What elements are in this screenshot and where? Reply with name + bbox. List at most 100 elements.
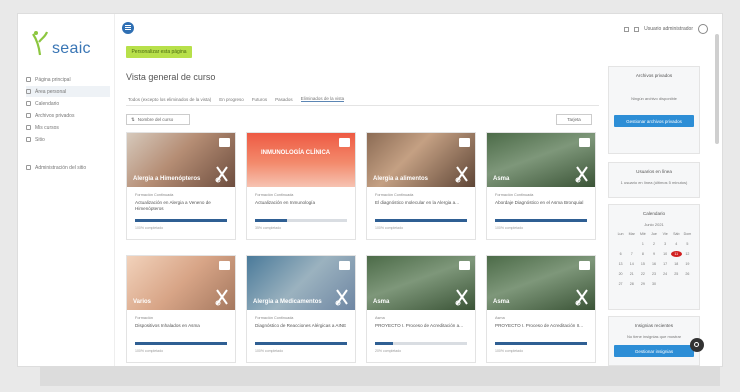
calendar-weekday: Mar bbox=[628, 232, 635, 236]
course-card[interactable]: Varios Formación Dispositivos Inhalados … bbox=[126, 255, 236, 363]
course-card[interactable]: Alergia a alimentos Formación Continuada… bbox=[366, 132, 476, 240]
messages-icon[interactable] bbox=[634, 26, 640, 32]
filter-in-progress[interactable]: En progreso bbox=[219, 97, 244, 102]
sidebar-item-label: Área personal bbox=[35, 88, 67, 95]
top-right-controls: Usuario administrador bbox=[624, 24, 708, 34]
menu-toggle-icon[interactable] bbox=[122, 22, 134, 34]
course-menu-icon[interactable] bbox=[579, 261, 590, 270]
course-name[interactable]: Abordaje Diagnóstico en el Asma Bronquia… bbox=[495, 200, 587, 206]
calendar-day[interactable]: 28 bbox=[626, 281, 637, 287]
calendar-weekday: Lun bbox=[617, 232, 624, 236]
user-name[interactable]: Usuario administrador bbox=[644, 26, 693, 32]
sort-dropdown[interactable]: ⇅ Nombre del curso bbox=[126, 114, 190, 125]
course-name[interactable]: Actualización en Inmunología bbox=[255, 200, 347, 206]
course-card[interactable]: INMUNOLOGÍA CLÍNICA Formación Continuada… bbox=[246, 132, 356, 240]
calendar-day[interactable]: 2 bbox=[648, 241, 659, 247]
course-card[interactable]: Asma Formación Continuada Abordaje Diagn… bbox=[486, 132, 596, 240]
progress-text: 100% completado bbox=[135, 226, 164, 230]
sidebar-item-home[interactable]: Página principal bbox=[26, 74, 110, 85]
view-dropdown[interactable]: Tarjeta bbox=[556, 114, 592, 125]
calendar-day[interactable]: 18 bbox=[671, 261, 682, 267]
calendar-day[interactable]: 24 bbox=[660, 271, 671, 277]
course-category: Formación Continuada bbox=[495, 193, 534, 197]
course-card[interactable]: Asma Asma PROYECTO I. Proceso de Acredit… bbox=[366, 255, 476, 363]
sidebar-item-label: Sitio bbox=[35, 136, 45, 143]
calendar-day[interactable]: 9 bbox=[648, 251, 659, 257]
sidebar-item-my-courses[interactable]: Mis cursos bbox=[26, 122, 110, 133]
sidebar-item-private-files[interactable]: Archivos privados bbox=[26, 110, 110, 121]
course-menu-icon[interactable] bbox=[459, 261, 470, 270]
calendar-day[interactable]: 13 bbox=[615, 261, 626, 267]
calendar-weekday: Jue bbox=[651, 232, 657, 236]
course-name[interactable]: Dispositivos Inhalados en Asma bbox=[135, 323, 227, 329]
page-title: Vista general de curso bbox=[126, 72, 216, 82]
course-name[interactable]: El diagnóstico molecular en la Alergia a… bbox=[375, 200, 467, 206]
calendar-day[interactable]: 30 bbox=[648, 281, 659, 287]
calendar-day[interactable]: 20 bbox=[615, 271, 626, 277]
calendar-day[interactable]: 6 bbox=[615, 251, 626, 257]
calendar-day[interactable]: 14 bbox=[626, 261, 637, 267]
calendar-day[interactable]: 29 bbox=[637, 281, 648, 287]
calendar-month: Junio 2021 bbox=[644, 222, 664, 227]
calendar-day[interactable]: 21 bbox=[626, 271, 637, 277]
sidebar-item-site-admin[interactable]: Administración del sitio bbox=[26, 162, 110, 173]
calendar-day[interactable]: 27 bbox=[615, 281, 626, 287]
calendar-day[interactable]: 26 bbox=[682, 271, 693, 277]
progress-text: 35% completado bbox=[255, 226, 282, 230]
filter-all[interactable]: Todos (excepto los eliminados de la vist… bbox=[128, 97, 211, 102]
sidebar-item-dashboard[interactable]: Área personal bbox=[26, 86, 110, 97]
customize-page-button[interactable]: Personalizar esta página bbox=[126, 46, 192, 58]
course-category: Formación Continuada bbox=[375, 193, 414, 197]
calendar-day[interactable]: 23 bbox=[648, 271, 659, 277]
course-image-title: Alergia a Medicamentos bbox=[253, 299, 322, 305]
calendar-day[interactable]: 17 bbox=[660, 261, 671, 267]
course-name[interactable]: PROYECTO I. Proceso de Acreditación a... bbox=[375, 323, 467, 329]
calendar-day bbox=[626, 241, 637, 247]
progress-bar bbox=[135, 219, 227, 222]
filter-removed[interactable]: Eliminados de la vista bbox=[300, 96, 345, 102]
course-name[interactable]: Diagnóstico de Reacciones Alérgicas a AI… bbox=[255, 323, 347, 329]
sidebar-item-calendar[interactable]: Calendario bbox=[26, 98, 110, 109]
scrollbar-thumb[interactable] bbox=[715, 34, 719, 144]
course-card[interactable]: Alergia a Himenópteros Formación Continu… bbox=[126, 132, 236, 240]
course-card[interactable]: Alergia a Medicamentos Formación Continu… bbox=[246, 255, 356, 363]
calendar-day[interactable]: 4 bbox=[671, 241, 682, 247]
course-name[interactable]: PROYECTO I. Proceso de Acreditación II..… bbox=[495, 323, 587, 329]
course-menu-icon[interactable] bbox=[339, 261, 350, 270]
progress-fill bbox=[135, 342, 227, 345]
calendar-day[interactable]: 16 bbox=[648, 261, 659, 267]
calendar-day[interactable]: 22 bbox=[637, 271, 648, 277]
course-menu-icon[interactable] bbox=[219, 138, 230, 147]
course-menu-icon[interactable] bbox=[339, 138, 350, 147]
sidebar-item-label: Administración del sitio bbox=[35, 164, 87, 171]
seaic-logo[interactable]: seaic bbox=[32, 30, 104, 62]
calendar-day[interactable]: 15 bbox=[637, 261, 648, 267]
calendar-day[interactable]: 19 bbox=[682, 261, 693, 267]
course-card[interactable]: Asma Asma PROYECTO I. Proceso de Acredit… bbox=[486, 255, 596, 363]
course-menu-icon[interactable] bbox=[459, 138, 470, 147]
calendar-day[interactable]: 11 bbox=[670, 251, 682, 257]
widget-title: Insignias recientes bbox=[634, 323, 674, 328]
progress-fill bbox=[255, 219, 288, 222]
course-image: Asma bbox=[487, 133, 595, 187]
calendar-day[interactable]: 1 bbox=[637, 241, 648, 247]
logo-mark-icon bbox=[32, 31, 48, 56]
manage-badges-button[interactable]: Gestionar insignias bbox=[614, 345, 694, 357]
course-menu-icon[interactable] bbox=[579, 138, 590, 147]
calendar-day[interactable]: 10 bbox=[660, 251, 671, 257]
sidebar-item-site[interactable]: Sitio bbox=[26, 134, 110, 145]
calendar-day[interactable]: 8 bbox=[637, 251, 648, 257]
calendar-day[interactable]: 3 bbox=[660, 241, 671, 247]
help-fab-icon[interactable] bbox=[690, 338, 704, 352]
notifications-icon[interactable] bbox=[624, 26, 630, 32]
calendar-day[interactable]: 25 bbox=[671, 271, 682, 277]
filter-future[interactable]: Futuros bbox=[252, 97, 267, 102]
course-menu-icon[interactable] bbox=[219, 261, 230, 270]
calendar-day[interactable]: 12 bbox=[682, 251, 693, 257]
filter-past[interactable]: Pasados bbox=[275, 97, 293, 102]
calendar-day[interactable]: 5 bbox=[682, 241, 693, 247]
course-name[interactable]: Actualización en Alergia a Veneno de Him… bbox=[135, 200, 227, 212]
calendar-day[interactable]: 7 bbox=[626, 251, 637, 257]
manage-private-files-button[interactable]: Gestionar archivos privados bbox=[614, 115, 694, 127]
avatar[interactable] bbox=[698, 24, 708, 34]
